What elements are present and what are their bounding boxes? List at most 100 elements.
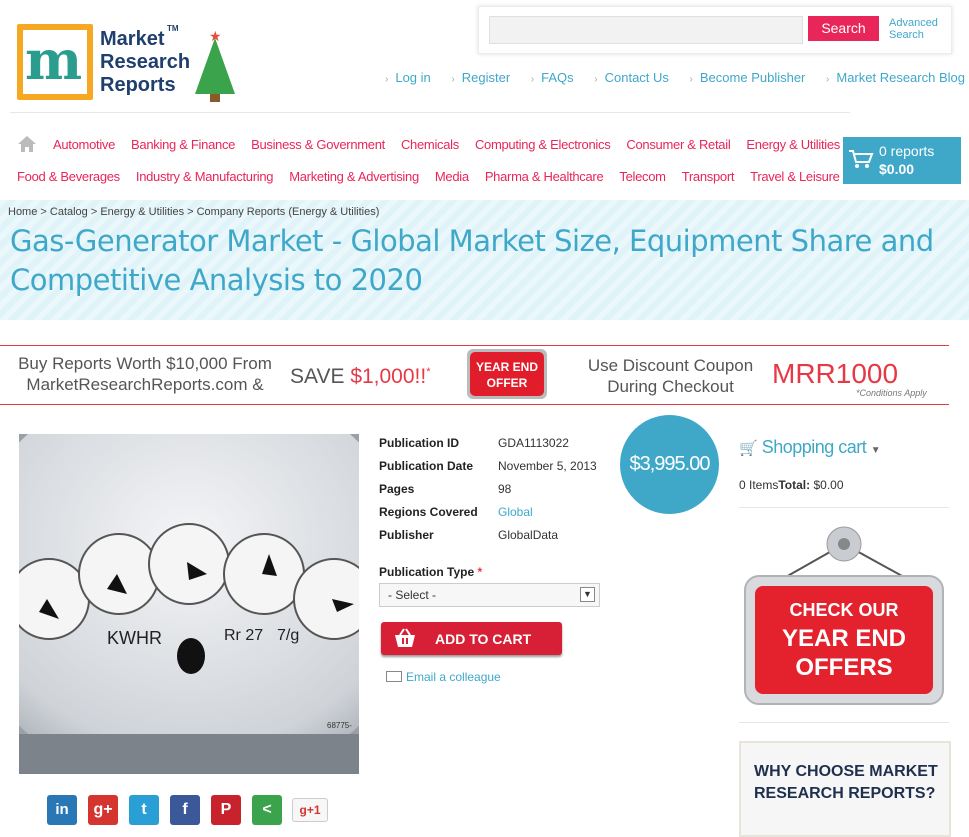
facebook-icon[interactable]: f xyxy=(170,795,200,825)
promo-save-text: SAVE $1,000!!* xyxy=(290,365,431,389)
trademark: TM xyxy=(167,24,179,33)
sidebar-divider-2 xyxy=(739,722,949,723)
christmas-tree-icon xyxy=(195,38,235,94)
publication-type-select[interactable]: - Select - ▼ xyxy=(379,583,600,607)
tree-trunk xyxy=(210,94,220,102)
promo-right-text: Use Discount Coupon During Checkout xyxy=(587,356,754,396)
promo-left-text: Buy Reports Worth $10,000 From MarketRes… xyxy=(18,354,272,394)
search-input[interactable] xyxy=(489,16,803,44)
publication-id-label: Publication ID xyxy=(379,436,460,450)
google-plus-one-button[interactable]: g+1 xyxy=(292,798,328,822)
add-to-cart-button[interactable]: ADD TO CART xyxy=(381,622,562,655)
top-links: › Log in › Register › FAQs › Contact Us › Bec… xyxy=(385,70,969,86)
nav-chemicals[interactable]: Chemicals xyxy=(401,137,459,152)
cart-icon xyxy=(849,150,874,168)
promo-save-star: * xyxy=(426,366,431,378)
offer-line-2: YEAR END xyxy=(782,625,906,652)
logo-mark: m xyxy=(17,24,93,100)
become-publisher-link[interactable]: Become Publisher xyxy=(700,70,806,85)
chevron-down-icon: ▼ xyxy=(580,587,595,602)
blog-link[interactable]: Market Research Blog xyxy=(836,70,965,85)
register-link[interactable]: Register xyxy=(462,70,510,85)
publication-type-text: Publication Type xyxy=(379,565,475,579)
envelope-icon xyxy=(386,671,402,683)
total-label: Total: xyxy=(778,478,811,492)
shopping-cart-title[interactable]: 🛒 Shopping cart ▼ xyxy=(739,437,881,458)
nav-energy-utilities[interactable]: Energy & Utilities xyxy=(746,137,840,152)
breadcrumb[interactable]: Home > Catalog > Energy & Utilities > Co… xyxy=(8,206,379,218)
year-end-offers-sign[interactable]: CHECK OUR YEAR END OFFERS xyxy=(741,524,947,708)
shopping-cart-label: Shopping cart xyxy=(761,437,867,457)
add-to-cart-label: ADD TO CART xyxy=(435,631,532,647)
login-link[interactable]: Log in xyxy=(395,70,430,85)
publisher-value: GlobalData xyxy=(498,528,559,542)
category-nav-row-2: Food & Beverages Industry & Manufacturing… xyxy=(17,169,856,187)
badge-line-1: YEAR END xyxy=(476,360,538,374)
arrow-icon: › xyxy=(530,74,535,85)
contact-us-link[interactable]: Contact Us xyxy=(605,70,669,85)
nav-marketing-advertising[interactable]: Marketing & Advertising xyxy=(289,169,419,184)
nav-industry-manufacturing[interactable]: Industry & Manufacturing xyxy=(136,169,274,184)
nav-telecom[interactable]: Telecom xyxy=(619,169,666,184)
arrow-icon: › xyxy=(451,74,455,85)
nav-media[interactable]: Media xyxy=(435,169,469,184)
nav-banking-finance[interactable]: Banking & Finance xyxy=(131,137,235,152)
chevron-down-icon: ▼ xyxy=(870,445,881,456)
pinterest-icon[interactable]: P xyxy=(211,795,241,825)
nav-pharma-healthcare[interactable]: Pharma & Healthcare xyxy=(485,169,604,184)
faqs-link[interactable]: FAQs xyxy=(541,70,574,85)
publication-date: November 5, 2013 xyxy=(498,459,597,473)
nav-consumer-retail[interactable]: Consumer & Retail xyxy=(626,137,730,152)
logo-line-3: Reports xyxy=(100,74,176,96)
meter-serial: 68775- xyxy=(327,721,352,730)
publication-type-label: Publication Type * xyxy=(379,565,482,579)
meter-kwhr: KWHR xyxy=(107,628,162,648)
publication-date-label: Publication Date xyxy=(379,459,474,473)
logo-text: Market Research Reports xyxy=(100,28,190,97)
nav-travel-leisure[interactable]: Travel & Leisure xyxy=(750,169,840,184)
why-choose-heading: WHY CHOOSE MARKET RESEARCH REPORTS? xyxy=(754,763,938,802)
nav-computing-electronics[interactable]: Computing & Electronics xyxy=(475,137,611,152)
search-button[interactable]: Search xyxy=(808,16,879,41)
promo-save-prefix: SAVE xyxy=(290,365,351,388)
conditions-apply: *Conditions Apply xyxy=(856,388,927,398)
email-colleague-label: Email a colleague xyxy=(406,670,501,684)
why-choose-box: WHY CHOOSE MARKET RESEARCH REPORTS? xyxy=(739,741,951,837)
total-value: $0.00 xyxy=(813,478,844,492)
price-badge: $3,995.00 xyxy=(620,415,719,514)
arrow-icon: › xyxy=(689,74,693,85)
offer-line-1: CHECK OUR xyxy=(789,600,898,620)
home-icon[interactable] xyxy=(17,135,37,153)
product-image: KWHR Rr 27 7/g 68775- xyxy=(19,434,359,774)
advanced-search-link[interactable]: Advanced Search xyxy=(889,17,949,41)
share-icon[interactable]: < xyxy=(252,795,282,825)
nav-automotive[interactable]: Automotive xyxy=(53,137,115,152)
page-title: Gas-Generator Market - Global Market Siz… xyxy=(10,224,934,297)
meter-rr: Rr 27 xyxy=(224,627,263,644)
coupon-code: MRR1000 xyxy=(772,358,899,389)
publication-type-value: - Select - xyxy=(388,588,437,602)
category-nav-row-1: Automotive Banking & Finance Business & Go… xyxy=(53,137,856,155)
nav-business-government[interactable]: Business & Government xyxy=(251,137,385,152)
year-end-offer-badge[interactable]: YEAR END OFFER xyxy=(466,348,548,400)
nav-transport[interactable]: Transport xyxy=(682,169,735,184)
twitter-icon[interactable]: t xyxy=(129,795,159,825)
sidebar-divider xyxy=(739,507,949,508)
regions-link[interactable]: Global xyxy=(498,505,533,519)
regions-label: Regions Covered xyxy=(379,505,478,519)
logo-line-2: Research xyxy=(100,51,191,73)
google-plus-icon[interactable]: g+ xyxy=(88,795,118,825)
site-logo[interactable]: m Market Research Reports TM ★ xyxy=(17,24,235,104)
required-marker: * xyxy=(477,565,483,579)
badge-line-2: OFFER xyxy=(487,376,528,390)
meter-ratio: 7/g xyxy=(277,627,299,644)
cart-total: $0.00 xyxy=(879,161,915,177)
publication-id: GDA1113022 xyxy=(498,436,569,450)
basket-icon xyxy=(395,628,415,647)
items-count: 0 Items xyxy=(739,478,779,492)
nav-food-beverages[interactable]: Food & Beverages xyxy=(17,169,120,184)
email-colleague-link[interactable]: Email a colleague xyxy=(386,670,501,684)
star-icon: ★ xyxy=(209,28,222,44)
linkedin-icon[interactable]: in xyxy=(47,795,77,825)
publisher-label: Publisher xyxy=(379,528,434,542)
